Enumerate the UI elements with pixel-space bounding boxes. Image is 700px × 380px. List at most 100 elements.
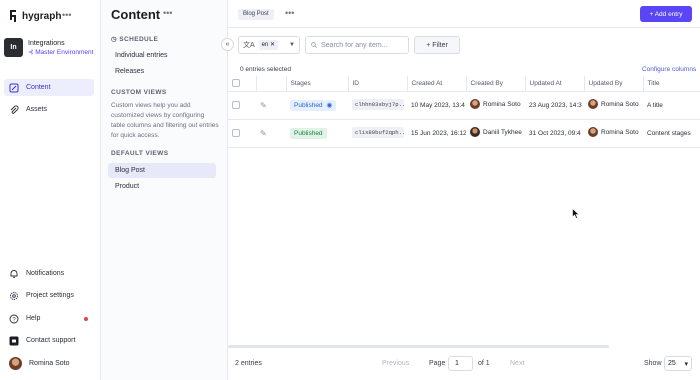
selected-count: 0 entries selected (240, 66, 291, 73)
status-badge: Published (290, 127, 327, 139)
entry-id[interactable]: clix80buf2qph... (352, 126, 404, 138)
search-field[interactable] (305, 36, 409, 54)
avatar (9, 357, 22, 370)
more-dots-icon[interactable]: ••• (163, 8, 172, 18)
next-page-button[interactable]: Next (510, 360, 524, 367)
nav-item-help[interactable]: ? Help (4, 310, 94, 327)
clock-icon: ◷ (111, 36, 118, 43)
view-individual-entries[interactable]: Individual entries (108, 48, 216, 63)
avatar (588, 127, 598, 137)
nav-item-assets[interactable]: Assets (4, 101, 94, 118)
created-by-cell: Romina Soto (470, 99, 521, 109)
entries-count: 2 entries (235, 360, 262, 367)
more-dots-icon[interactable]: ••• (285, 8, 294, 18)
page-number-input[interactable]: 1 (448, 356, 473, 371)
content-sidebar: Content ••• ◷ SCHEDULE Individual entrie… (101, 0, 228, 380)
table-header-row: Stages ID Created At Created By Updated … (228, 76, 700, 92)
info-circle-icon: ◉ (326, 102, 333, 109)
page-title: Content (111, 7, 161, 22)
chevrons-left-icon: « (225, 41, 230, 48)
pencil-icon[interactable]: ✎ (260, 101, 267, 110)
entries-table: Stages ID Created At Created By Updated … (228, 76, 700, 148)
page-label: Page (429, 360, 446, 367)
nav-item-project-settings[interactable]: Project settings (4, 287, 94, 304)
column-header-title[interactable]: Title (643, 76, 700, 92)
project-avatar: In (4, 38, 23, 57)
horizontal-scrollbar[interactable] (228, 345, 609, 348)
show-label: Show (644, 360, 662, 367)
column-header-created-by[interactable]: Created By (466, 76, 526, 92)
edit-square-icon (9, 83, 19, 92)
row-checkbox[interactable] (232, 101, 240, 109)
nav-label: Notifications (26, 270, 65, 277)
table-row[interactable]: ✎ Published clix80buf2qph... 15 Jun 2023… (228, 119, 700, 148)
avatar (588, 99, 598, 109)
locale-chip[interactable]: en ✕ (258, 40, 279, 50)
updated-by-cell: Romina Soto (588, 99, 639, 109)
search-icon (311, 42, 317, 48)
nav-label: Assets (26, 106, 48, 113)
nav-label: Project settings (26, 292, 74, 299)
pagination-footer: 2 entries Previous Page 1 of 1 Next Show… (228, 353, 700, 375)
custom-views-description: Custom views help you add customized vie… (111, 102, 219, 139)
status-badge: Published ◉ (290, 99, 337, 111)
previous-page-button[interactable]: Previous (382, 360, 409, 367)
main-panel: Blog Post ••• + Add entry 文A en ✕ ▼ + Fi… (228, 0, 700, 380)
model-tag: Blog Post (238, 9, 274, 20)
translate-icon: 文A (243, 42, 255, 49)
select-all-cell[interactable] (228, 76, 257, 92)
page-total: of 1 (478, 360, 490, 367)
updated-at-cell: 31 Oct 2023, 09:4 (525, 119, 584, 148)
search-input[interactable] (321, 41, 403, 49)
paperclip-icon (10, 105, 19, 114)
pencil-icon[interactable]: ✎ (260, 129, 267, 138)
more-dots-icon[interactable]: ••• (62, 10, 71, 20)
nav-label: Content (26, 84, 51, 91)
nav-item-notifications[interactable]: Notifications (4, 265, 94, 282)
brand-name: hygraph (22, 10, 62, 22)
nav-label: Help (26, 315, 41, 322)
select-all-checkbox[interactable] (232, 79, 240, 88)
column-header-updated-by[interactable]: Updated By (584, 76, 644, 92)
title-cell: Content stages (643, 119, 700, 148)
default-views-heading: DEFAULT VIEWS (111, 150, 169, 157)
configure-columns-link[interactable]: Configure columns (642, 66, 696, 73)
nav-item-content[interactable]: Content (4, 79, 94, 96)
created-by-cell: Daniil Tykhee (470, 127, 522, 137)
page-size-select[interactable]: 25 ▾ (664, 356, 692, 371)
divider (228, 27, 700, 28)
table-row[interactable]: ✎ Published ◉ clhhn03sbyj7p... 10 May 202… (228, 91, 700, 120)
column-header-id[interactable]: ID (348, 76, 408, 92)
environment-label: ⊰ Master Environment (28, 48, 94, 56)
chevron-down-icon: ▼ (289, 42, 295, 48)
title-cell: A title (643, 91, 700, 120)
nav-item-contact-support[interactable]: Contact support (4, 332, 94, 349)
view-releases[interactable]: Releases (108, 64, 216, 79)
locale-select[interactable]: 文A en ✕ ▼ (238, 36, 300, 54)
add-entry-button[interactable]: + Add entry (640, 6, 692, 22)
filter-button[interactable]: + Filter (414, 36, 460, 54)
row-checkbox[interactable] (232, 129, 240, 137)
entry-id[interactable]: clhhn03sbyj7p... (352, 98, 404, 110)
left-navigation: hygraph ••• In Integrations ⊰ Master Env… (0, 0, 101, 380)
column-header-created-at[interactable]: Created At (407, 76, 467, 92)
hygraph-logo-icon (10, 10, 16, 22)
project-name: Integrations (28, 39, 65, 47)
notification-dot (84, 317, 88, 321)
nav-label: Contact support (26, 337, 76, 344)
column-header-stages[interactable]: Stages (286, 76, 349, 92)
project-switcher[interactable]: In Integrations ⊰ Master Environment (4, 38, 93, 57)
chevron-down-icon: ▾ (684, 360, 688, 368)
view-blog-post[interactable]: Blog Post (108, 163, 216, 178)
updated-at-cell: 23 Aug 2023, 14:3 (525, 91, 584, 120)
help-circle-icon: ? (9, 314, 19, 323)
column-header-updated-at[interactable]: Updated At (525, 76, 585, 92)
edit-column-header (256, 76, 287, 92)
brand-logo[interactable]: hygraph (8, 10, 61, 22)
user-profile[interactable]: Romina Soto (4, 355, 94, 372)
created-at-cell: 15 Jun 2023, 16:12 (407, 119, 466, 148)
collapse-sidebar-button[interactable]: « (221, 38, 234, 51)
updated-by-cell: Romina Soto (588, 127, 639, 137)
view-product[interactable]: Product (108, 179, 216, 194)
user-name: Romina Soto (29, 360, 70, 367)
